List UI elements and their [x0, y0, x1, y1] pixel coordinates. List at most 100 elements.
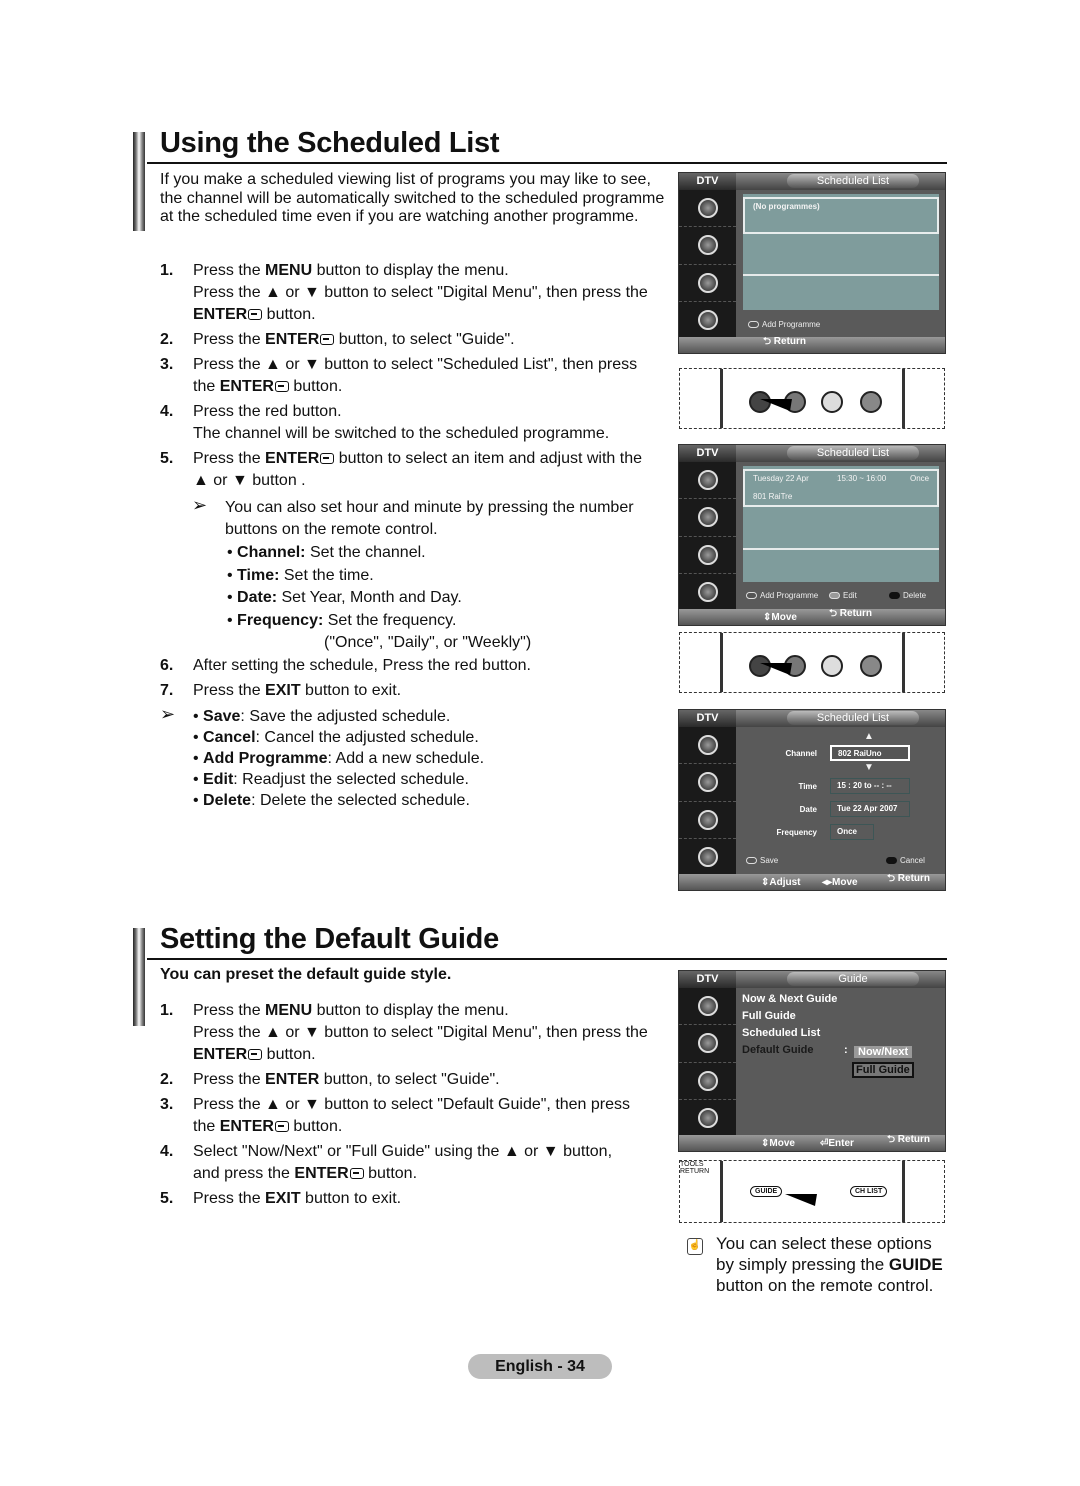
step-text: Press the ▲ or ▼ button to select "Defau… — [193, 1096, 631, 1113]
bullet-item: • Cancel: Cancel the adjusted schedule. — [193, 729, 479, 746]
frequency-field[interactable]: Once — [830, 824, 874, 840]
osd-scheduled-list-entry: DTV Scheduled List Tuesday 22 Apr 15:30 … — [678, 444, 946, 626]
menu-item-full-guide[interactable]: Full Guide — [742, 1010, 796, 1022]
red-button-icon — [746, 592, 757, 599]
tip-line: button on the remote control. — [716, 1276, 934, 1295]
dtv-label: DTV — [679, 710, 736, 727]
step-text: Select "Now/Next" or "Full Guide" using … — [193, 1143, 613, 1160]
osd-scheduled-list-empty: DTV Scheduled List (No programmes) Add P… — [678, 172, 946, 354]
footer-move[interactable]: ◂▸Move — [822, 877, 858, 888]
date-field[interactable]: Tue 22 Apr 2007 — [830, 801, 910, 817]
step-line: 4. Select "Now/Next" or "Full Guide" usin… — [160, 1141, 680, 1163]
input-menu-icon[interactable] — [679, 1100, 736, 1137]
step-text: Press the ENTER button to select an item… — [193, 450, 643, 467]
entry-day: Tuesday 22 Apr — [753, 474, 809, 483]
ch-list-button: CH LIST — [850, 1186, 888, 1197]
channel-field[interactable]: 802 RaiUno — [830, 745, 910, 761]
red-button-icon — [746, 857, 757, 864]
legend-edit[interactable]: Edit — [829, 591, 857, 600]
remote-illustration-guide-button: GUIDE CH LIST TOOLS RETURN — [679, 1160, 945, 1223]
step-number: 1. — [160, 262, 174, 279]
time-field[interactable]: 15 : 20 to -- : -- — [830, 778, 910, 794]
legend-delete[interactable]: Delete — [889, 591, 926, 600]
enter-icon — [320, 334, 335, 345]
picture-menu-icon[interactable] — [679, 462, 736, 500]
bullet-item: • Date: Set Year, Month and Day. — [227, 589, 462, 606]
footer-move[interactable]: ⇕Move — [761, 1138, 795, 1149]
tip-line: by simply pressing the GUIDE — [716, 1255, 943, 1274]
section-title-default-guide: Setting the Default Guide — [160, 923, 499, 955]
footer-move[interactable]: ⇕Move — [763, 612, 797, 623]
step-text: ▲ or ▼ button . — [193, 472, 306, 489]
sound-menu-icon[interactable] — [679, 1025, 736, 1063]
step-line: 4. Press the red button. — [160, 401, 680, 423]
legend-cancel[interactable]: Cancel — [886, 856, 925, 865]
step-line: ENTER button. — [160, 304, 680, 326]
osd-guide-menu: DTV Guide Now & Next Guide Full Guide Sc… — [678, 970, 946, 1152]
step-line: ▲ or ▼ button . — [160, 470, 680, 492]
footer-return[interactable]: ⮌ Return — [887, 1132, 930, 1149]
down-arrow-icon[interactable]: ▼ — [864, 762, 874, 773]
footer-enter[interactable]: ⏎Enter — [820, 1138, 854, 1149]
footer-return[interactable]: ⮌ Return — [887, 871, 930, 888]
osd-title: Scheduled List — [787, 446, 919, 460]
sound-menu-icon[interactable] — [679, 499, 736, 537]
sound-menu-icon[interactable] — [679, 764, 736, 802]
section-subtitle: You can preset the default guide style. — [160, 966, 452, 983]
footer-return[interactable]: ⮌ Return — [763, 334, 806, 351]
step-number: 3. — [160, 1096, 174, 1113]
step-number: 5. — [160, 450, 174, 467]
step-number: 5. — [160, 1190, 174, 1207]
setup-menu-icon[interactable] — [679, 802, 736, 839]
section-title-scheduled-list: Using the Scheduled List — [160, 127, 500, 159]
menu-item-default-guide[interactable]: Default Guide — [742, 1044, 814, 1056]
input-menu-icon[interactable] — [679, 839, 736, 876]
colon: : — [844, 1044, 848, 1056]
picture-menu-icon[interactable] — [679, 988, 736, 1026]
osd-scheduled-list-edit: DTV Scheduled List ▲ Channel 802 RaiUno … — [678, 709, 946, 891]
footer-return[interactable]: ⮌ Return — [829, 606, 872, 623]
bullet-item: • Add Programme: Add a new schedule. — [193, 750, 485, 767]
step-text: the ENTER button. — [193, 1118, 343, 1135]
menu-item-scheduled-list[interactable]: Scheduled List — [742, 1027, 820, 1039]
step-text: After setting the schedule, Press the re… — [193, 657, 531, 674]
input-menu-icon[interactable] — [679, 302, 736, 339]
step-number: 4. — [160, 403, 174, 420]
enter-icon — [248, 1049, 263, 1060]
step-text: Press the red button. — [193, 403, 342, 420]
legend-add-programme[interactable]: Add Programme — [748, 320, 820, 329]
step-text: Press the ENTER button, to select "Guide… — [193, 1071, 500, 1088]
legend-save[interactable]: Save — [746, 856, 778, 865]
bullet-item: • Channel: Set the channel. — [227, 544, 426, 561]
option-full-guide[interactable]: Full Guide — [852, 1062, 914, 1078]
step-text: Press the EXIT button to exit. — [193, 1190, 402, 1207]
yellow-button — [821, 655, 843, 677]
input-menu-icon[interactable] — [679, 574, 736, 611]
step-line: 6. After setting the schedule, Press the … — [160, 655, 680, 680]
picture-menu-icon[interactable] — [679, 727, 736, 765]
picture-menu-icon[interactable] — [679, 190, 736, 228]
footer-adjust[interactable]: ⇕Adjust — [761, 877, 801, 888]
step-text: Press the EXIT button to exit. — [193, 682, 402, 699]
note-arrow-icon: ➢ — [192, 495, 208, 515]
legend-add-programme[interactable]: Add Programme — [746, 591, 818, 600]
enter-icon — [349, 1168, 364, 1179]
pointer-arrow-icon — [785, 1194, 817, 1206]
menu-item-now-next-guide[interactable]: Now & Next Guide — [742, 993, 837, 1005]
blue-button-icon — [886, 857, 897, 864]
entry-channel: 801 RaiTre — [753, 492, 793, 501]
step-text: the ENTER button. — [193, 378, 343, 395]
step-line: The channel will be switched to the sche… — [160, 423, 680, 445]
note-arrow-icon: ➢ — [160, 704, 176, 724]
setup-menu-icon[interactable] — [679, 1063, 736, 1100]
osd-title: Scheduled List — [787, 711, 919, 725]
section-rule — [147, 958, 947, 960]
step-line: Press the ▲ or ▼ button to select "Digit… — [160, 1022, 680, 1044]
step-line: 7. Press the EXIT button to exit. — [160, 680, 680, 705]
sound-menu-icon[interactable] — [679, 227, 736, 265]
setup-menu-icon[interactable] — [679, 265, 736, 302]
up-arrow-icon[interactable]: ▲ — [864, 731, 874, 742]
bullet-item: • Frequency: Set the frequency. — [227, 611, 457, 629]
option-now-next[interactable]: Now/Next — [854, 1046, 913, 1058]
setup-menu-icon[interactable] — [679, 537, 736, 574]
